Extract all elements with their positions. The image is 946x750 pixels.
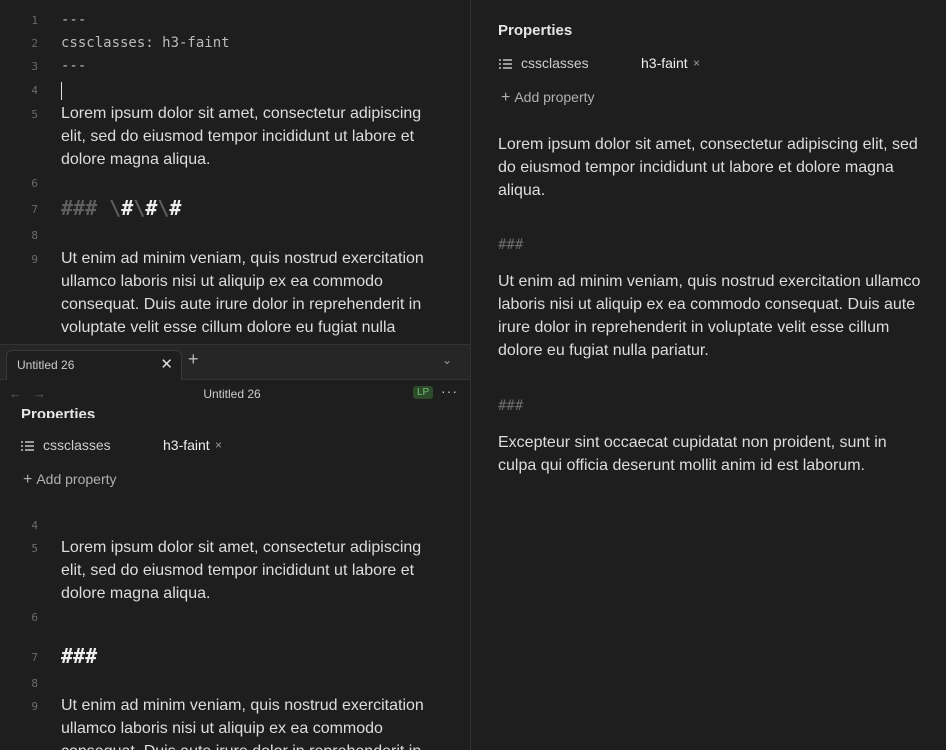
line-number: 2 (31, 37, 38, 50)
line-number: 6 (31, 177, 38, 190)
heading-h3-faint: ### (498, 398, 524, 414)
property-key[interactable]: cssclasses (43, 437, 111, 453)
heading-h3[interactable]: ### (61, 645, 426, 668)
paragraph-lorem: Lorem ipsum dolor sit amet, consectetur … (498, 136, 918, 199)
plus-icon: + (23, 471, 33, 488)
line-number: 5 (31, 542, 38, 555)
add-property-label: Add property (514, 89, 595, 105)
escaped-hash: # (145, 196, 158, 220)
add-property-label: Add property (36, 471, 117, 487)
escape-backslash: \ (157, 196, 170, 220)
paragraph-lorem[interactable]: Lorem ipsum dolor sit amet, consectetur … (61, 536, 426, 605)
line-number: 4 (31, 519, 38, 532)
remove-tag-icon[interactable]: × (693, 56, 700, 70)
line-number: 7 (31, 203, 38, 216)
more-options-icon[interactable]: ··· (441, 383, 458, 399)
paragraph-lorem[interactable]: Lorem ipsum dolor sit amet, consectetur … (61, 102, 426, 171)
line-number: 8 (31, 677, 38, 690)
live-preview-pane[interactable]: Untitled 26 ✕ + ⌄ ← → Untitled 26 LP ···… (0, 345, 470, 750)
paragraph-excepteur: Excepteur sint occaecat cupidatat non pr… (498, 434, 887, 474)
property-value-tag[interactable]: h3-faint (641, 55, 688, 71)
line-number: 9 (31, 700, 38, 713)
properties-title: Properties (498, 22, 573, 39)
tab-bar: Untitled 26 ✕ + ⌄ (0, 345, 470, 380)
escaped-hash: # (121, 196, 134, 220)
add-property-button[interactable]: + Add property (23, 471, 117, 489)
frontmatter-close[interactable]: --- (61, 55, 426, 78)
view-title[interactable]: Untitled 26 (0, 387, 464, 401)
paragraph-ut-enim[interactable]: Ut enim ad minim veniam, quis nostrud ex… (61, 247, 426, 339)
paragraph-ut-enim[interactable]: Ut enim ad minim veniam, quis nostrud ex… (61, 694, 426, 750)
list-icon[interactable] (499, 58, 512, 70)
property-row[interactable]: cssclasses h3-faint × (21, 437, 441, 457)
remove-tag-icon[interactable]: × (215, 438, 222, 452)
line-number: 8 (31, 229, 38, 242)
plus-icon: + (501, 89, 511, 106)
view-header: ← → Untitled 26 LP ··· (0, 380, 470, 408)
list-icon[interactable] (21, 440, 34, 452)
text-cursor (61, 82, 62, 100)
mode-badge[interactable]: LP (413, 386, 434, 399)
close-icon[interactable]: ✕ (160, 355, 173, 373)
source-editor-pane[interactable]: 1 --- 2 cssclasses: h3-faint 3 --- 4 5 L… (0, 0, 470, 344)
line-number: 4 (31, 84, 38, 97)
plus-icon[interactable]: + (188, 349, 199, 370)
property-row[interactable]: cssclasses h3-faint × (499, 55, 919, 75)
line-number: 6 (31, 611, 38, 624)
line-number: 1 (31, 14, 38, 27)
property-key[interactable]: cssclasses (521, 55, 589, 71)
tab-untitled-26[interactable]: Untitled 26 ✕ (6, 350, 182, 380)
heading-h3-faint: ### (498, 237, 524, 253)
line-number: 9 (31, 253, 38, 266)
properties-title: Properties (21, 406, 96, 418)
paragraph-ut-enim: Ut enim ad minim veniam, quis nostrud ex… (498, 273, 921, 359)
reading-view-pane: Properties cssclasses h3-faint × + Add pr… (471, 0, 946, 750)
property-value-tag[interactable]: h3-faint (163, 437, 210, 453)
chevron-down-icon[interactable]: ⌄ (442, 353, 452, 367)
heading-marker-faint: ### \ (61, 196, 122, 220)
line-number: 3 (31, 60, 38, 73)
line-number: 5 (31, 108, 38, 121)
escape-backslash: \ (133, 196, 146, 220)
heading-source-line[interactable]: ### \#\#\# (61, 197, 426, 220)
tab-label: Untitled 26 (17, 358, 75, 372)
add-property-button[interactable]: + Add property (501, 89, 595, 107)
frontmatter-cssclasses[interactable]: cssclasses: h3-faint (61, 32, 426, 55)
escaped-hash: # (169, 196, 182, 220)
line-number: 7 (31, 651, 38, 664)
frontmatter-open[interactable]: --- (61, 9, 426, 32)
